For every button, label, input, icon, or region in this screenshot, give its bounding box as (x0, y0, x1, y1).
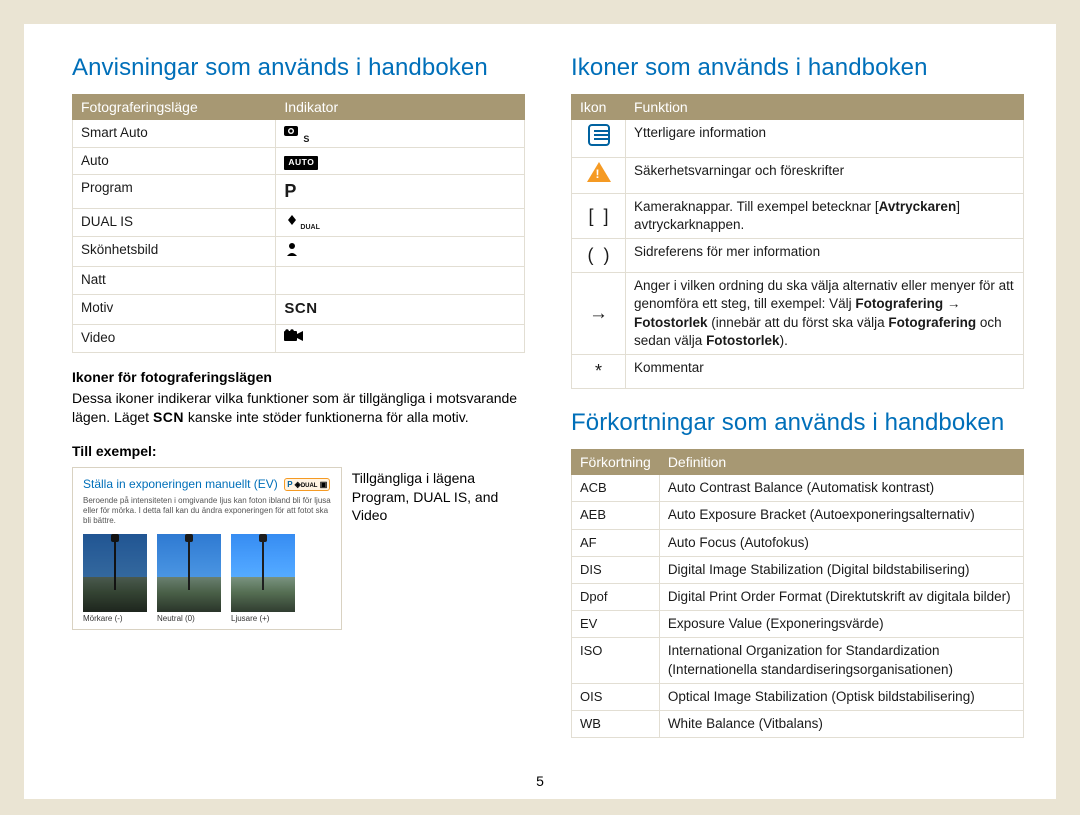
warning-icon (587, 162, 611, 182)
icon-function: Säkerhetsvarningar och föreskrifter (626, 157, 1024, 193)
abbr-cell: OIS (572, 683, 660, 710)
mode-indicator-icon: S (276, 120, 525, 148)
mode-label: Natt (73, 267, 276, 295)
mode-label: Skönhetsbild (73, 236, 276, 266)
icon-cell (572, 157, 626, 193)
icon-cell (572, 120, 626, 158)
abbr-def: Auto Exposure Bracket (Autoexponeringsal… (659, 502, 1023, 529)
icon-th-1: Funktion (626, 95, 1024, 120)
icon-cell: ( ) (572, 239, 626, 273)
abbr-def: White Balance (Vitbalans) (659, 711, 1023, 738)
example-thumb: Mörkare (-) (83, 534, 147, 623)
abbr-def: Auto Focus (Autofokus) (659, 529, 1023, 556)
icon-function: Kameraknappar. Till exempel betecknar [A… (626, 193, 1024, 238)
abbr-cell: ACB (572, 475, 660, 502)
example-title: Ställa in exponeringen manuellt (EV) (83, 477, 278, 491)
icon-function: Ytterligare information (626, 120, 1024, 158)
abbr-def: Auto Contrast Balance (Automatisk kontra… (659, 475, 1023, 502)
abbr-def: International Organization for Standardi… (659, 638, 1023, 683)
abbr-cell: Dpof (572, 583, 660, 610)
body-icons-modes: Dessa ikoner indikerar vilka funktioner … (72, 389, 525, 427)
mode-label: Program (73, 175, 276, 208)
abbr-cell: ISO (572, 638, 660, 683)
mode-indicator-icon: DUAL (276, 208, 525, 236)
example-box: Ställa in exponeringen manuellt (EV) P ◈… (72, 467, 342, 630)
abbr-th-0: Förkortning (572, 450, 660, 475)
example-desc: Beroende på intensiteten i omgivande lju… (83, 496, 331, 526)
icon-cell: * (572, 355, 626, 389)
mode-indicator-icon (276, 324, 525, 352)
body-text-b: kanske inte stöder funktionerna för alla… (184, 409, 469, 425)
left-heading: Anvisningar som används i handboken (72, 54, 525, 82)
right-heading-2: Förkortningar som används i handboken (571, 409, 1024, 437)
abbr-cell: DIS (572, 556, 660, 583)
icon-cell: → (572, 273, 626, 355)
subhead-example: Till exempel: (72, 443, 525, 459)
mode-label: Smart Auto (73, 120, 276, 148)
mode-label: DUAL IS (73, 208, 276, 236)
mode-indicator-icon: P (276, 175, 525, 208)
brackets-icon: [ ] (588, 206, 608, 226)
arrow-icon: → (589, 303, 608, 324)
abbr-cell: WB (572, 711, 660, 738)
mode-th-0: Fotograferingsläge (73, 95, 276, 120)
thumb-caption: Ljusare (+) (231, 614, 295, 623)
icon-function: Sidreferens för mer information (626, 239, 1024, 273)
thumb-image (83, 534, 147, 612)
abbr-th-1: Definition (659, 450, 1023, 475)
abbr-table: Förkortning Definition ACBAuto Contrast … (571, 449, 1024, 738)
example-side-text: Tillgängliga i lägena Program, DUAL IS, … (352, 467, 525, 630)
thumb-caption: Mörkare (-) (83, 614, 147, 623)
mode-label: Auto (73, 148, 276, 175)
example-side-line2: Program, DUAL IS, and Video (352, 488, 525, 526)
abbr-def: Exposure Value (Exponeringsvärde) (659, 611, 1023, 638)
thumb-caption: Neutral (0) (157, 614, 221, 623)
thumb-image (157, 534, 221, 612)
icon-th-0: Ikon (572, 95, 626, 120)
paren-icon: ( ) (588, 245, 610, 265)
abbr-cell: AEB (572, 502, 660, 529)
thumb-image (231, 534, 295, 612)
subhead-icons-modes: Ikoner för fotograferingslägen (72, 369, 525, 385)
abbr-cell: EV (572, 611, 660, 638)
abbr-cell: AF (572, 529, 660, 556)
example-side-line1: Tillgängliga i lägena (352, 469, 525, 488)
asterisk-icon: * (595, 361, 602, 381)
abbr-def: Digital Print Order Format (Direktutskri… (659, 583, 1023, 610)
mode-label: Motiv (73, 295, 276, 324)
page-number: 5 (536, 773, 544, 789)
example-thumb: Ljusare (+) (231, 534, 295, 623)
mode-indicator-icon (276, 267, 525, 295)
mode-indicator-icon (276, 236, 525, 266)
abbr-def: Digital Image Stabilization (Digital bil… (659, 556, 1023, 583)
note-icon (588, 124, 610, 146)
mode-label: Video (73, 324, 276, 352)
example-mode-badge: P ◈DUAL ▣ (284, 478, 330, 491)
mode-table: Fotograferingsläge Indikator Smart AutoS… (72, 94, 525, 353)
example-thumb: Neutral (0) (157, 534, 221, 623)
mode-th-1: Indikator (276, 95, 525, 120)
mode-indicator-icon: AUTO (276, 148, 525, 175)
right-heading-1: Ikoner som används i handboken (571, 54, 1024, 82)
icon-function: Kommentar (626, 355, 1024, 389)
right-column: Ikoner som används i handboken Ikon Funk… (571, 54, 1024, 791)
icon-cell: [ ] (572, 193, 626, 238)
left-column: Anvisningar som används i handboken Foto… (72, 54, 525, 791)
icon-function: Anger i vilken ordning du ska välja alte… (626, 273, 1024, 355)
icon-table: Ikon Funktion Ytterligare informationSäk… (571, 94, 1024, 389)
scn-inline: SCN (153, 409, 184, 425)
abbr-def: Optical Image Stabilization (Optisk bild… (659, 683, 1023, 710)
mode-indicator-icon: SCN (276, 295, 525, 324)
